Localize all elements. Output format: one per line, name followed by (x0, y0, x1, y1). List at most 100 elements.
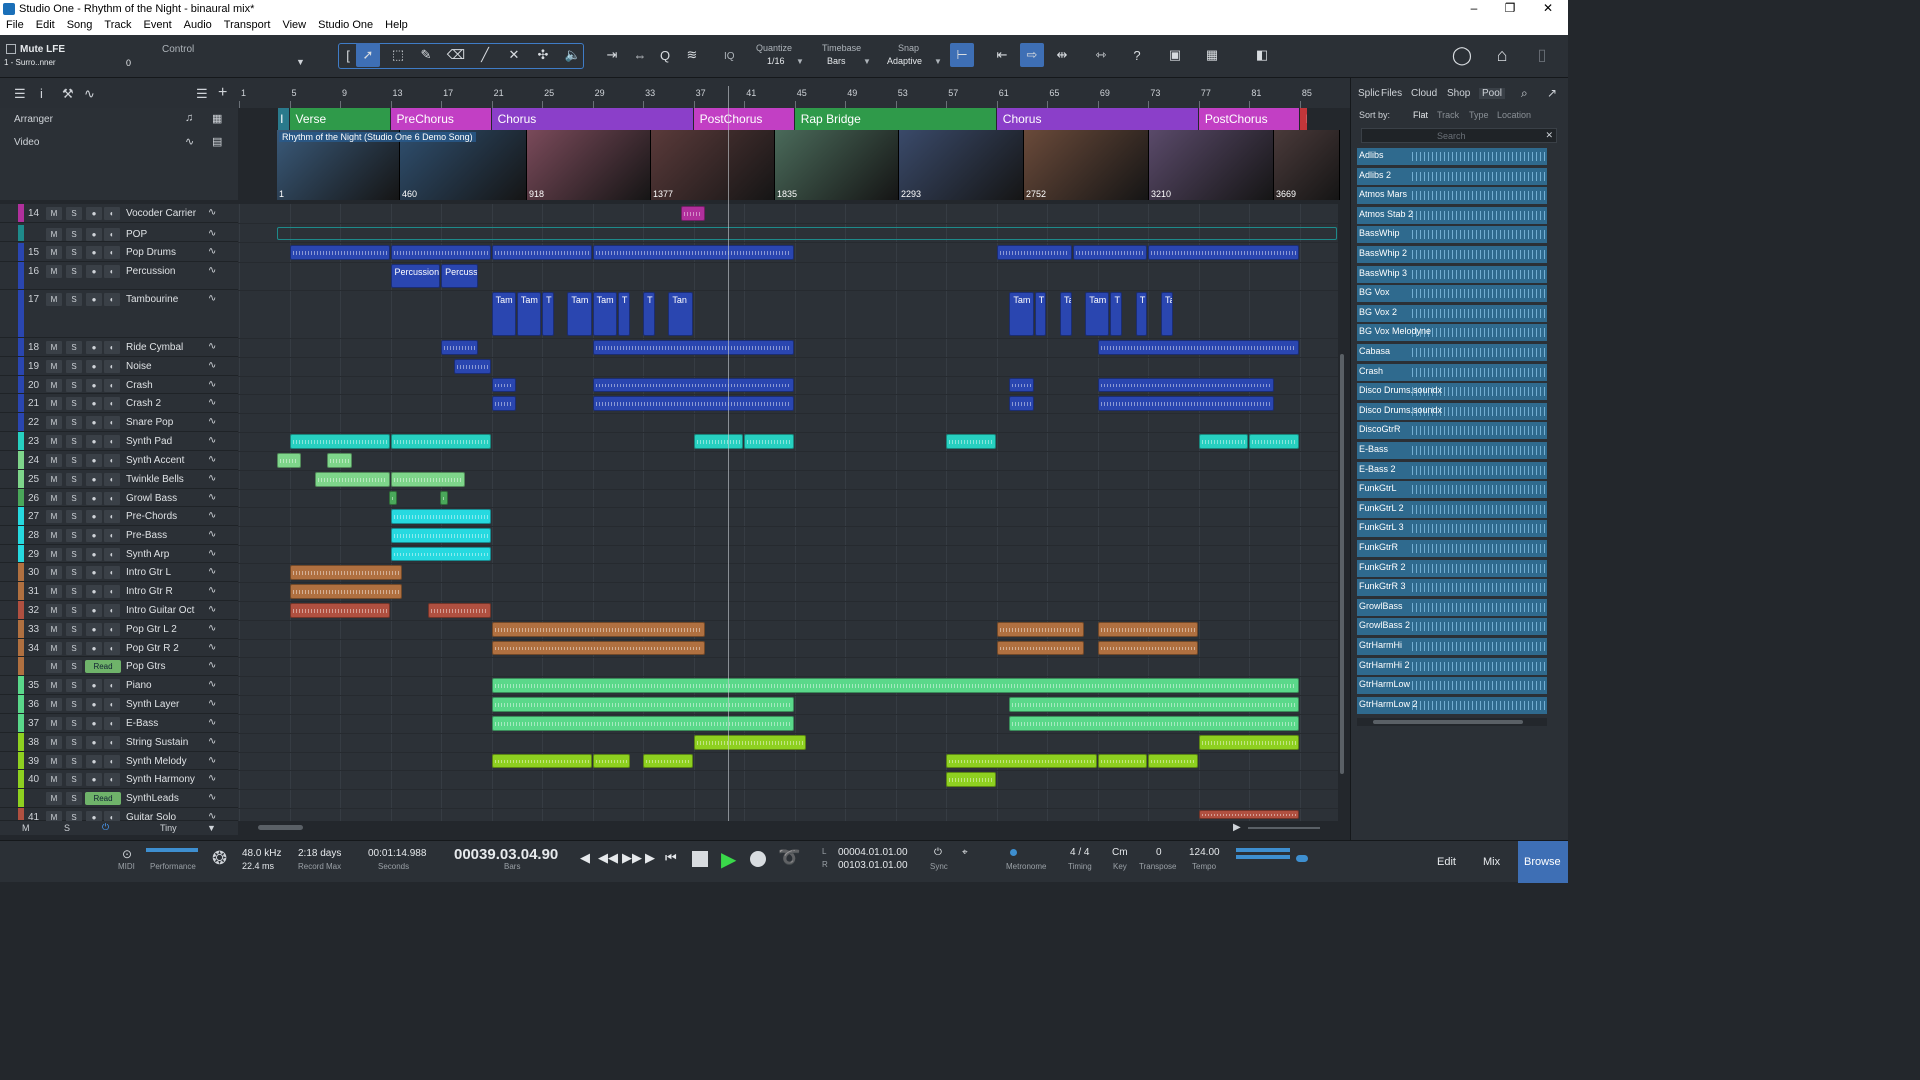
seconds-display[interactable]: 00:01:14.988 (368, 848, 426, 859)
video-track[interactable]: Rhythm of the Night (Studio One 6 Demo S… (277, 130, 1340, 200)
clip-event[interactable]: T (542, 292, 554, 336)
browser-search-input[interactable]: Search ✕ (1361, 128, 1557, 143)
track-name[interactable]: Pop Gtr R 2 (126, 643, 179, 654)
clip-event[interactable] (453, 359, 491, 374)
menu-studio-one[interactable]: Studio One (318, 19, 373, 35)
arranger-icon[interactable]: ♫ (185, 112, 193, 124)
loop-icon[interactable]: ➰ (778, 847, 800, 868)
solo-button[interactable]: S (66, 416, 82, 429)
track-header[interactable]: M S Read Pop Gtrs ∿ (0, 657, 238, 676)
monitor-button[interactable]: ◐ (104, 566, 120, 579)
record-arm-button[interactable]: ● (86, 435, 102, 448)
metronome-indicator[interactable] (1010, 849, 1017, 856)
mute-button[interactable]: M (46, 736, 62, 749)
track-height-select[interactable]: Tiny (160, 823, 177, 833)
mute-button[interactable]: M (46, 510, 62, 523)
clip-event[interactable] (946, 772, 996, 787)
settings-wheel-icon[interactable]: ❂ (212, 848, 227, 869)
clip-event[interactable] (1009, 396, 1034, 411)
clip-event[interactable] (289, 603, 390, 618)
track-name[interactable]: Crash (126, 380, 153, 391)
pool-item[interactable]: Disco Drums.soundx (1357, 402, 1547, 420)
record-arm-button[interactable]: ● (86, 623, 102, 636)
clip-event[interactable]: T (1135, 292, 1148, 336)
mute-tool-icon[interactable]: ✕ (502, 43, 526, 67)
clip-event[interactable]: Tam (592, 292, 617, 336)
follow-icon[interactable]: ⇨ (1020, 43, 1044, 67)
solo-button[interactable]: S (66, 585, 82, 598)
monitor-button[interactable]: ◐ (104, 473, 120, 486)
clip-event[interactable] (1198, 434, 1249, 449)
clip-event[interactable] (996, 245, 1072, 260)
clip-event[interactable] (389, 491, 398, 505)
pool-item[interactable]: GtrHarmHi (1357, 638, 1547, 655)
track-name[interactable]: Pre-Chords (126, 511, 177, 522)
solo-button[interactable]: S (66, 773, 82, 786)
record-arm-button[interactable]: ● (86, 416, 102, 429)
monitor-button[interactable]: ◐ (104, 736, 120, 749)
clip-event[interactable] (996, 622, 1085, 637)
solo-button[interactable]: S (66, 341, 82, 354)
clip-event[interactable] (643, 754, 693, 768)
solo-button[interactable]: S (66, 566, 82, 579)
monitor-button[interactable]: ◐ (104, 811, 120, 821)
monitor-button[interactable]: ◐ (104, 623, 120, 636)
monitor-button[interactable]: ◐ (104, 755, 120, 768)
track-header[interactable]: 21 M S ● ◐ Crash 2 ∿ (0, 394, 238, 413)
record-icon[interactable] (750, 851, 766, 867)
track-name[interactable]: Intro Gtr L (126, 567, 171, 578)
track-header[interactable]: 33 M S ● ◐ Pop Gtr L 2 ∿ (0, 620, 238, 639)
track-name[interactable]: Synth Harmony (126, 774, 195, 785)
clip-event[interactable] (1009, 697, 1299, 712)
clip-event[interactable] (390, 547, 491, 561)
clip-event[interactable]: Tar (1160, 292, 1173, 336)
solo-button[interactable]: S (66, 265, 82, 278)
track-name[interactable]: SynthLeads (126, 793, 179, 804)
clip-event[interactable] (1072, 245, 1148, 260)
track-header[interactable]: 22 M S ● ◐ Snare Pop ∿ (0, 413, 238, 432)
tempo-value[interactable]: 124.00 (1189, 847, 1220, 858)
pool-item[interactable]: Atmos Stab 2 (1357, 206, 1547, 224)
solo-button[interactable]: S (66, 360, 82, 373)
paint-tool-icon[interactable]: ╱ (473, 43, 497, 67)
track-header[interactable]: M S Read SynthLeads ∿ (0, 789, 238, 808)
arranger-section[interactable]: PostChorus (693, 108, 794, 130)
inspector-icon[interactable] (6, 44, 16, 54)
solo-button[interactable]: S (66, 510, 82, 523)
clip-event[interactable]: Tam (1009, 292, 1034, 336)
pool-item[interactable]: Crash (1357, 363, 1547, 381)
video-wave-icon[interactable]: ∿ (185, 135, 194, 148)
solo-button[interactable]: S (66, 698, 82, 711)
arranger-grid-icon[interactable]: ▦ (212, 112, 222, 125)
pool-item[interactable]: FunkGtrL 3 (1357, 520, 1547, 538)
mute-button[interactable]: M (46, 660, 62, 673)
menu-view[interactable]: View (282, 19, 306, 35)
track-header[interactable]: 36 M S ● ◐ Synth Layer ∿ (0, 695, 238, 714)
seconds-label[interactable]: Seconds (378, 862, 409, 871)
monitor-button[interactable]: ◐ (104, 585, 120, 598)
clip-event[interactable] (744, 434, 794, 449)
monitor-button[interactable]: ◐ (104, 379, 120, 392)
track-name[interactable]: Intro Gtr R (126, 586, 173, 597)
track-header[interactable]: 29 M S ● ◐ Synth Arp ∿ (0, 545, 238, 563)
track-name[interactable]: Piano (126, 680, 152, 691)
clip-event[interactable]: T (1034, 292, 1047, 336)
solo-button[interactable]: S (66, 755, 82, 768)
sort-option-track[interactable]: Track (1437, 110, 1459, 120)
timebase-dropdown-icon[interactable]: ▼ (863, 57, 871, 66)
grid-view-icon[interactable]: ▦ (1200, 43, 1224, 67)
clip-event[interactable]: Tan (668, 292, 693, 336)
track-header[interactable]: M S ● ◐ POP ∿ (0, 225, 238, 242)
stretch-icon[interactable]: ⇔ (628, 43, 652, 67)
clip-event[interactable] (289, 565, 403, 580)
clip-event[interactable] (1148, 245, 1299, 260)
track-name[interactable]: Synth Arp (126, 549, 169, 560)
menu-song[interactable]: Song (67, 19, 93, 35)
clip-event[interactable]: T (643, 292, 655, 336)
rewind-icon[interactable]: ◀◀ (598, 850, 618, 866)
pool-hscroll[interactable] (1357, 718, 1547, 726)
clip-event[interactable] (491, 245, 592, 260)
timebase-value[interactable]: Bars (827, 56, 846, 66)
clip-event[interactable] (1249, 434, 1299, 449)
bend-tool-icon[interactable]: ✣ (531, 43, 555, 67)
